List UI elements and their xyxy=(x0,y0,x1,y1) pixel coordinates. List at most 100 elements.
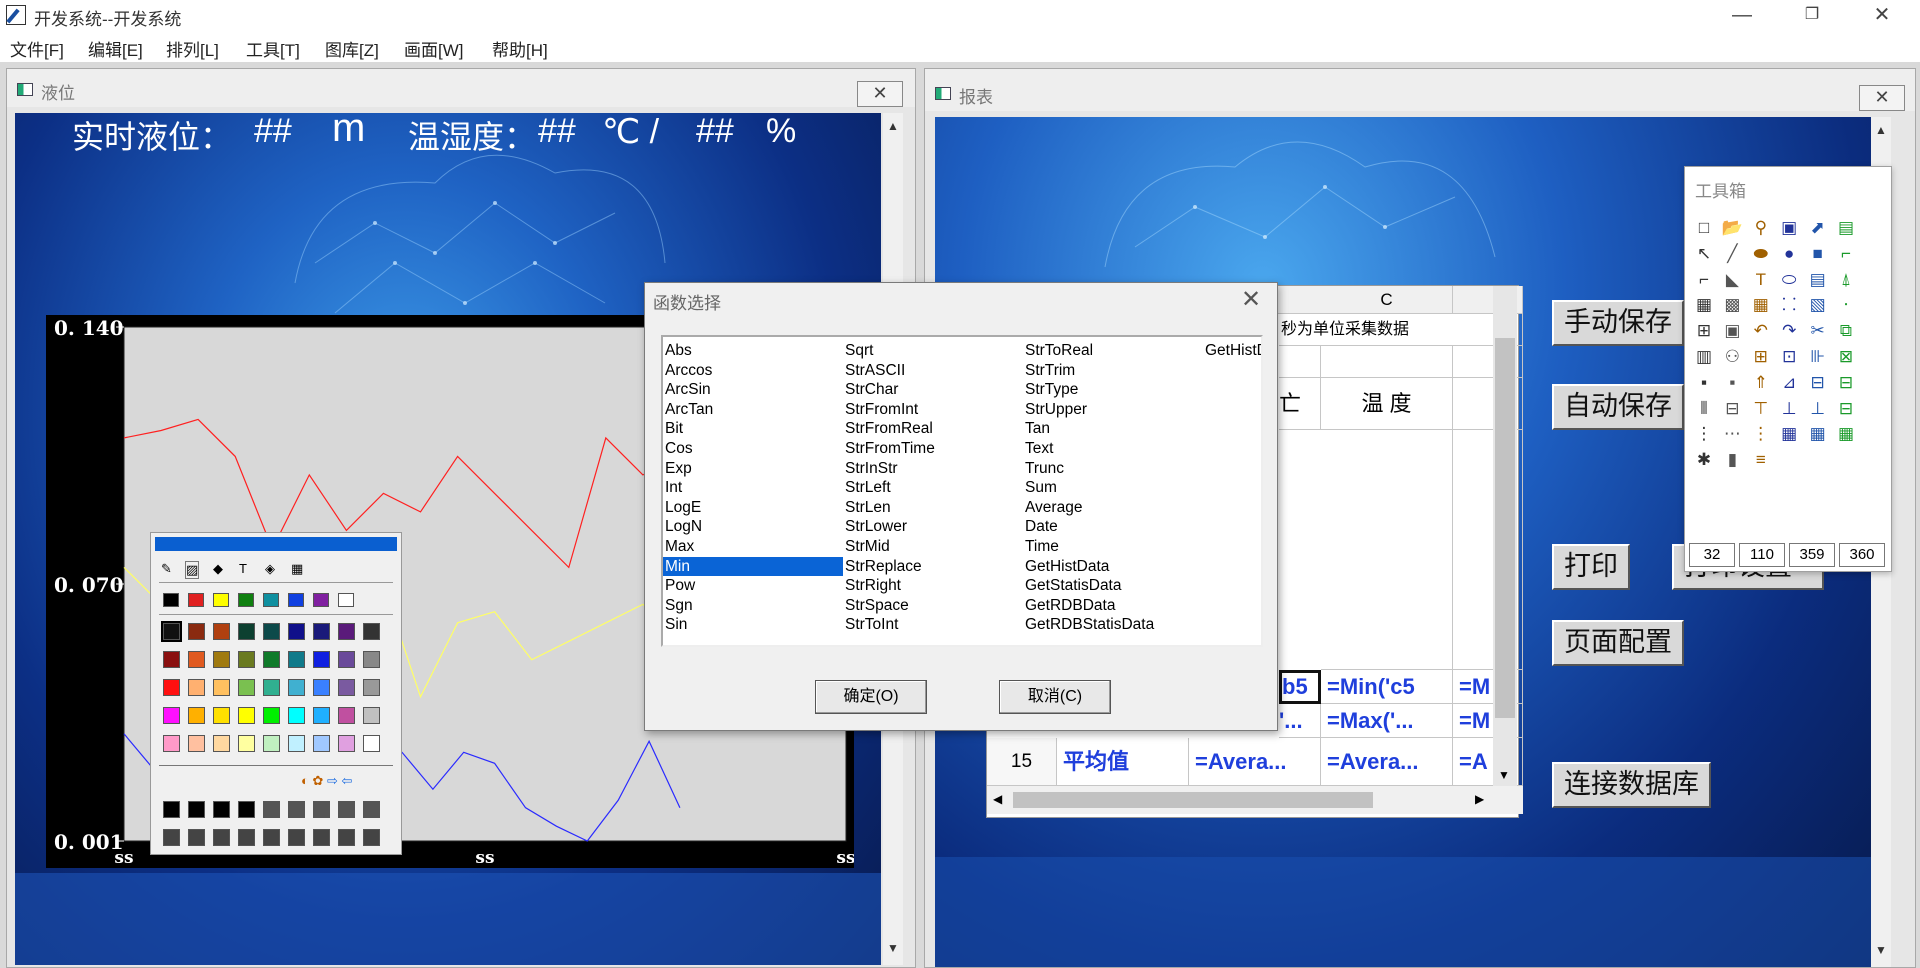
color-swatch[interactable] xyxy=(213,707,230,724)
function-item[interactable]: StrLeft xyxy=(843,478,891,497)
color-swatch[interactable] xyxy=(313,735,330,752)
function-item[interactable]: GetStatisData xyxy=(1023,576,1122,595)
dots-icon[interactable]: ⸱ xyxy=(1833,292,1859,318)
color-swatch[interactable] xyxy=(263,623,280,640)
toolbox-y-field[interactable]: 110 xyxy=(1739,543,1785,567)
function-item[interactable]: Sum xyxy=(1023,478,1057,497)
color-swatch[interactable] xyxy=(338,679,355,696)
dialog-close-icon[interactable]: ✕ xyxy=(1241,285,1261,314)
ok-button[interactable]: 确定(O) xyxy=(815,680,927,714)
chart-icon[interactable]: ▩ xyxy=(1719,292,1745,318)
connect-database-button[interactable]: 连接数据库 xyxy=(1552,762,1711,808)
color-swatch[interactable] xyxy=(363,679,380,696)
bitmap-icon[interactable]: ▧ xyxy=(1805,292,1831,318)
function-item[interactable]: LogN xyxy=(663,517,702,536)
color-swatch[interactable] xyxy=(163,593,179,607)
sheet-hscroll-thumb[interactable] xyxy=(1013,792,1373,808)
back-icon[interactable]: ⊠ xyxy=(1833,344,1859,370)
color-swatch[interactable] xyxy=(188,707,205,724)
align-center-icon[interactable]: ⊿ xyxy=(1776,370,1802,396)
temperature-header-cell[interactable]: 温 度 xyxy=(1321,378,1453,430)
function-item[interactable]: GetHistData xyxy=(1023,557,1109,576)
cell-b13[interactable]: b5 xyxy=(1279,670,1321,704)
copy-icon[interactable]: ⧉ xyxy=(1833,318,1859,344)
function-item[interactable]: Time xyxy=(1023,537,1059,556)
redo-icon[interactable]: ↷ xyxy=(1776,318,1802,344)
function-item[interactable]: Average xyxy=(1023,498,1082,517)
cell-c14[interactable]: =Max('... xyxy=(1321,704,1453,738)
color-swatch[interactable] xyxy=(288,735,305,752)
function-item[interactable]: Sin xyxy=(663,615,687,634)
table-icon[interactable]: ▤ xyxy=(1833,215,1859,241)
color-swatch[interactable] xyxy=(288,593,304,607)
ungroup-icon[interactable]: ⊞ xyxy=(1748,344,1774,370)
function-item[interactable]: Date xyxy=(1023,517,1058,536)
color-swatch[interactable] xyxy=(163,679,180,696)
function-item[interactable]: Pow xyxy=(663,576,695,595)
color-swatch[interactable] xyxy=(238,651,255,668)
function-item[interactable]: GetHistD xyxy=(1203,341,1261,360)
custom-color-swatch[interactable] xyxy=(188,801,205,818)
group-icon[interactable]: ▣ xyxy=(1719,318,1745,344)
same-width-icon[interactable]: ⊤ xyxy=(1748,396,1774,422)
vline-icon[interactable]: ⋮ xyxy=(1691,421,1717,447)
color-swatch[interactable] xyxy=(363,623,380,640)
cell-b15[interactable]: =Avera... xyxy=(1189,738,1321,786)
color-swatch[interactable] xyxy=(288,623,305,640)
color-swatch[interactable] xyxy=(213,593,229,607)
color-swatch[interactable] xyxy=(213,679,230,696)
align-bottom-icon[interactable]: ⊟ xyxy=(1805,370,1831,396)
lines-icon[interactable]: ≡ xyxy=(1748,447,1774,473)
color-swatch[interactable] xyxy=(238,679,255,696)
shade-icon[interactable]: ◈ xyxy=(265,561,275,577)
open-icon[interactable]: 📂 xyxy=(1719,215,1745,241)
custom-color-swatch[interactable] xyxy=(188,829,205,846)
layer2-icon[interactable]: ▪ xyxy=(1719,370,1745,396)
circle-icon[interactable]: ● xyxy=(1776,241,1802,267)
align-top-icon[interactable]: ⇑ xyxy=(1748,370,1774,396)
color-swatch[interactable] xyxy=(163,707,180,724)
scroll-down-icon[interactable]: ▼ xyxy=(1875,943,1887,957)
merge-icon[interactable]: ⊡ xyxy=(1776,344,1802,370)
pointer-icon[interactable]: ↖ xyxy=(1691,241,1717,267)
function-item[interactable]: Sgn xyxy=(663,596,693,615)
report-icon[interactable]: ▤ xyxy=(1805,267,1831,293)
color-swatch[interactable] xyxy=(313,707,330,724)
cell-b14[interactable]: '... xyxy=(1279,704,1321,738)
spacing-icon[interactable]: ⊟ xyxy=(1833,396,1859,422)
color-swatch[interactable] xyxy=(338,707,355,724)
function-item[interactable]: GetRDBStatisData xyxy=(1023,615,1154,634)
function-item[interactable]: Tan xyxy=(1023,419,1050,438)
sheet-cell[interactable] xyxy=(1321,346,1453,378)
function-item[interactable]: Cos xyxy=(663,439,693,458)
network-icon[interactable]: ✱ xyxy=(1691,447,1717,473)
scroll-up-icon[interactable]: ▲ xyxy=(1875,123,1887,137)
grid-toggle-icon[interactable]: ▦ xyxy=(1776,421,1802,447)
scroll-up-icon[interactable]: ▲ xyxy=(887,119,899,133)
manual-save-button[interactable]: 手动保存 xyxy=(1552,300,1684,346)
pipe-icon[interactable]: ⌐ xyxy=(1691,267,1717,293)
hline-icon[interactable]: ⋯ xyxy=(1719,421,1745,447)
color-swatch[interactable] xyxy=(238,593,254,607)
color-swatch[interactable] xyxy=(188,623,205,640)
distribute-h-icon[interactable]: ⦀ xyxy=(1691,396,1717,422)
custom-color-swatch[interactable] xyxy=(338,801,355,818)
color-swatch[interactable] xyxy=(188,651,205,668)
cell-c13[interactable]: =Min('c5 xyxy=(1321,670,1453,704)
color-swatch[interactable] xyxy=(238,735,255,752)
page-config-button[interactable]: 页面配置 xyxy=(1552,620,1684,666)
fill-icon[interactable]: ▨ xyxy=(185,561,200,579)
vdots-icon[interactable]: ⋮ xyxy=(1748,421,1774,447)
gauge-icon[interactable]: ⍋ xyxy=(1833,267,1859,293)
layer-icon[interactable]: ▪ xyxy=(1691,370,1717,396)
text-icon[interactable]: T xyxy=(1748,267,1774,293)
color-swatch[interactable] xyxy=(163,735,180,752)
function-item[interactable]: StrLen xyxy=(843,498,891,517)
same-height-icon[interactable]: ⊥ xyxy=(1776,396,1802,422)
sheet-horizontal-scrollbar[interactable]: ◀ ▶ xyxy=(987,786,1523,814)
custom-color-swatch[interactable] xyxy=(363,801,380,818)
pattern-icon[interactable]: ▦ xyxy=(1833,421,1859,447)
color-swatch[interactable] xyxy=(188,593,204,607)
scroll-right-icon[interactable]: ▶ xyxy=(1475,792,1484,806)
custom-color-swatch[interactable] xyxy=(338,829,355,846)
